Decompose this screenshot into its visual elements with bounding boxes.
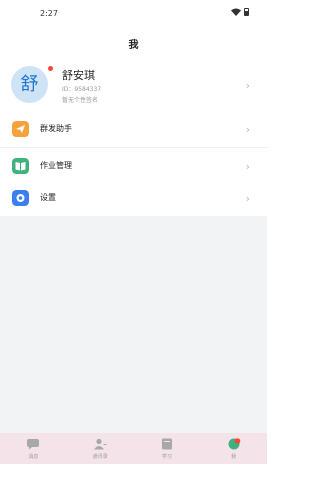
study-icon (161, 438, 172, 450)
user-id: ID：9584337 (62, 86, 102, 93)
tab-label-contacts: 通讯录 (92, 454, 108, 460)
chevron-right-icon: › (245, 160, 250, 173)
chevron-right-icon: › (245, 79, 250, 92)
user-name: 舒安琪 (62, 69, 95, 82)
menu-item-broadcast[interactable]: 群发助手 › (0, 111, 267, 147)
menu-label-settings: 设置 (40, 193, 56, 202)
contacts-icon (94, 438, 107, 450)
tab-contacts[interactable]: 通讯录 (70, 433, 130, 464)
user-signature: 暂无个性签名 (62, 97, 99, 104)
chat-icon (27, 439, 40, 450)
page-title: 我 (128, 40, 139, 51)
battery-icon (244, 8, 249, 16)
book-icon (12, 158, 29, 174)
status-time: 2:27 (40, 9, 58, 18)
avatar[interactable]: 舒 (11, 66, 48, 103)
menu-label-homework: 作业管理 (40, 161, 72, 170)
tab-label-me: 我 (231, 454, 237, 460)
menu-group-tools: 群发助手 › 作业管理 › (0, 111, 267, 183)
system-icons (231, 8, 249, 16)
profile-card[interactable]: 舒 舒安琪 ID：9584337 暂无个性签名 › (0, 56, 267, 112)
tab-study[interactable]: 学习 (137, 433, 197, 464)
profile-screen: 2:27 我 舒 舒安琪 ID：9584337 暂无个性签名 › 群发助手 › (0, 0, 267, 480)
tab-label-messages: 消息 (28, 454, 39, 460)
top-area: 2:27 我 (0, 0, 267, 56)
chevron-right-icon: › (245, 123, 250, 136)
wifi-icon (231, 8, 241, 16)
send-icon (12, 121, 29, 137)
settings-icon (12, 190, 29, 206)
tab-label-study: 学习 (161, 454, 172, 460)
me-icon (228, 438, 240, 450)
status-bar: 2:27 (0, 0, 267, 28)
menu-item-settings[interactable]: 设置 › (0, 180, 267, 216)
tab-me[interactable]: 我 (204, 433, 264, 464)
chevron-right-icon: › (245, 192, 250, 205)
menu-label-broadcast: 群发助手 (40, 124, 72, 133)
menu-item-homework[interactable]: 作业管理 › (0, 147, 267, 183)
tab-messages[interactable]: 消息 (3, 433, 63, 464)
menu-group-settings: 设置 › (0, 180, 267, 216)
home-indicator-area (0, 464, 267, 480)
bottom-tab-bar: 消息 通讯录 学习 我 (0, 433, 267, 464)
notification-dot (48, 66, 53, 71)
